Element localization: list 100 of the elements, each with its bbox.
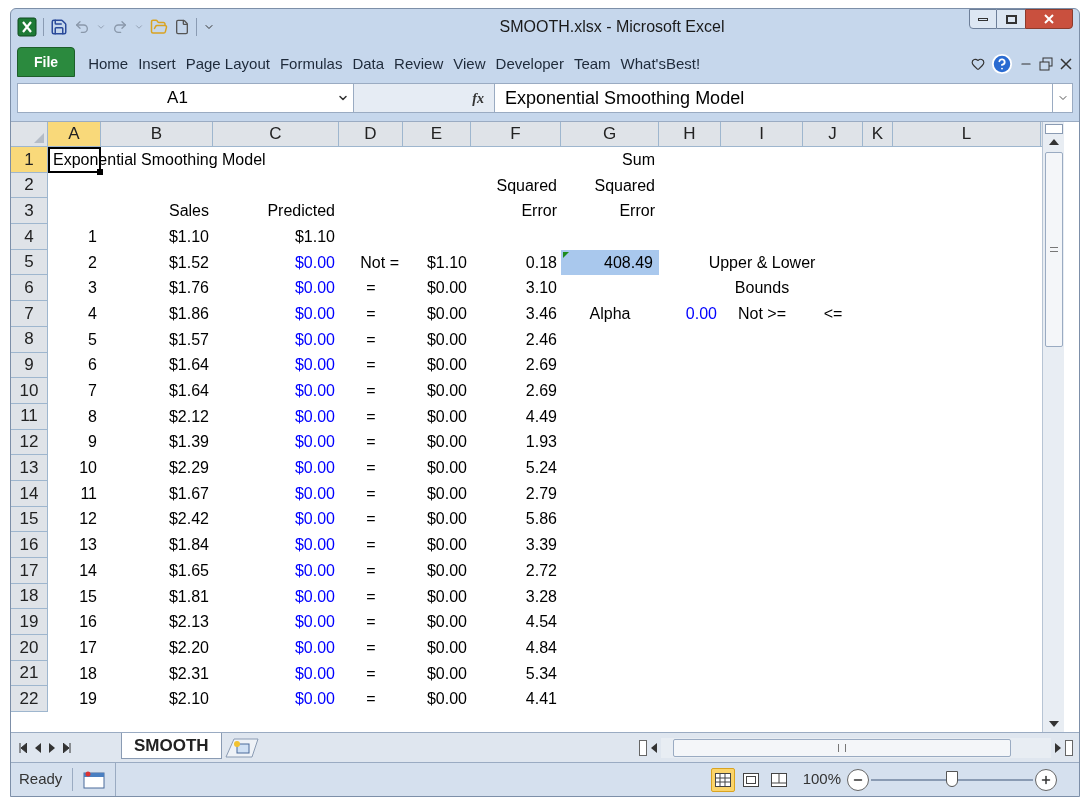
scroll-down-icon[interactable] [1048, 720, 1059, 728]
row-header[interactable]: 19 [11, 609, 48, 636]
cell-text: $0.00 [294, 511, 335, 528]
status-text: Ready [19, 768, 74, 791]
scroll-right-icon[interactable] [1055, 742, 1061, 753]
split-box[interactable] [639, 739, 647, 756]
formula-field[interactable]: Exponential Smoothing Model [494, 84, 1052, 112]
column-header[interactable]: K [863, 122, 893, 146]
scroll-up-icon[interactable] [1048, 138, 1059, 146]
zoom-slider-thumb[interactable] [946, 770, 958, 787]
plus-icon [1040, 773, 1052, 786]
row-header[interactable]: 15 [11, 506, 48, 533]
vertical-scrollbar[interactable] [1042, 122, 1064, 732]
spreadsheet-logo-icon[interactable] [17, 17, 37, 37]
zoom-in-button[interactable] [1035, 768, 1057, 791]
ribbon-tab[interactable]: Insert [135, 51, 179, 77]
split-box[interactable] [1065, 739, 1073, 756]
ribbon-tab[interactable]: Team [570, 51, 614, 77]
cell-text: 8 [88, 408, 97, 425]
close-button[interactable] [1025, 9, 1073, 29]
scrollbar-thumb[interactable] [1044, 152, 1063, 347]
ribbon-tab[interactable]: Home [85, 51, 132, 77]
row-header[interactable]: 8 [11, 326, 48, 353]
last-sheet-icon[interactable] [63, 742, 71, 753]
row-header[interactable]: 4 [11, 224, 48, 250]
horizontal-scrollbar[interactable] [661, 737, 1051, 758]
column-header[interactable]: H [659, 122, 721, 146]
ribbon-tab[interactable]: Formulas [276, 51, 346, 77]
cell-text: 12 [79, 511, 97, 528]
column-header[interactable]: D [339, 122, 403, 146]
row-header[interactable]: 20 [11, 635, 48, 661]
cell-text: $0.00 [426, 280, 467, 297]
column-header[interactable]: E [403, 122, 471, 146]
cell-text: 19 [79, 691, 97, 708]
row-header[interactable]: 1 [11, 147, 48, 173]
ribbon-tab[interactable]: View [450, 51, 489, 77]
cell-text: 3.39 [525, 537, 557, 554]
zoom-out-button[interactable] [847, 768, 869, 791]
column-header[interactable]: F [471, 122, 561, 146]
cell-text: $2.10 [168, 691, 209, 708]
cell-text: 15 [79, 588, 97, 605]
column-header[interactable]: G [561, 122, 659, 146]
cell-text: Sum [622, 151, 655, 168]
ribbon-tab[interactable]: What'sBest! [617, 51, 704, 77]
close-workbook-icon[interactable] [1059, 57, 1073, 71]
column-header[interactable]: L [893, 122, 1041, 146]
insert-function-button[interactable]: fx [472, 87, 484, 109]
column-header[interactable]: A [48, 122, 101, 146]
zoom-level[interactable]: 100% [802, 768, 841, 791]
minimize-button[interactable] [969, 9, 997, 29]
row-header[interactable]: 6 [11, 275, 48, 302]
restore-workbook-icon[interactable] [1039, 57, 1053, 71]
row-header[interactable]: 17 [11, 558, 48, 584]
cell-text: 3.46 [525, 305, 557, 322]
macro-recorder-icon[interactable] [83, 770, 106, 789]
ribbon-tab[interactable]: Review [391, 51, 447, 77]
cell-text: $0.00 [426, 383, 467, 400]
column-header[interactable]: J [803, 122, 863, 146]
document-icon[interactable] [174, 19, 190, 35]
row-header[interactable]: 2 [11, 172, 48, 199]
row-header[interactable]: 22 [11, 686, 48, 713]
cell-text: = [366, 357, 376, 374]
row-header[interactable]: 9 [11, 352, 48, 379]
scrollbar-thumb[interactable] [673, 738, 1011, 757]
previous-sheet-icon[interactable] [35, 742, 41, 753]
maximize-button[interactable] [997, 9, 1025, 29]
row-header[interactable]: 12 [11, 429, 48, 456]
row-header[interactable]: 5 [11, 249, 48, 276]
cell-text: 2.69 [525, 357, 557, 374]
ribbon-tab[interactable]: Data [349, 51, 388, 77]
column-header[interactable]: C [213, 122, 339, 146]
normal-view-button[interactable] [710, 767, 735, 792]
row-header[interactable]: 10 [11, 378, 48, 404]
row-header[interactable]: 11 [11, 403, 48, 430]
sheet-tab[interactable]: SMOOTH [121, 732, 222, 759]
cell-text: = [366, 588, 376, 605]
help-icon[interactable] [991, 53, 1013, 75]
cell-text: = [366, 280, 376, 297]
row-header[interactable]: 18 [11, 583, 48, 610]
row-header[interactable]: 14 [11, 480, 48, 507]
ribbon-tab[interactable]: Page Layout [182, 51, 273, 77]
file-tab[interactable]: File [17, 47, 76, 77]
next-sheet-icon[interactable] [49, 742, 55, 753]
first-sheet-icon[interactable] [19, 742, 27, 753]
save-icon[interactable] [50, 18, 68, 36]
row-header[interactable]: 7 [11, 301, 48, 327]
row-header[interactable]: 13 [11, 455, 48, 481]
scroll-left-icon[interactable] [651, 742, 657, 753]
row-header[interactable]: 3 [11, 198, 48, 225]
cell-text: = [366, 460, 376, 477]
column-header[interactable]: B [101, 122, 213, 146]
column-header[interactable]: I [721, 122, 803, 146]
cell-text: Alpha [589, 305, 631, 322]
cell-text: 17 [79, 639, 97, 656]
ribbon-tab[interactable]: Developer [492, 51, 567, 77]
cell-text: = [366, 614, 376, 631]
cell-text: 4.84 [525, 639, 557, 656]
row-header[interactable]: 21 [11, 660, 48, 687]
row-header[interactable]: 16 [11, 532, 48, 558]
heart-icon[interactable] [971, 57, 985, 71]
